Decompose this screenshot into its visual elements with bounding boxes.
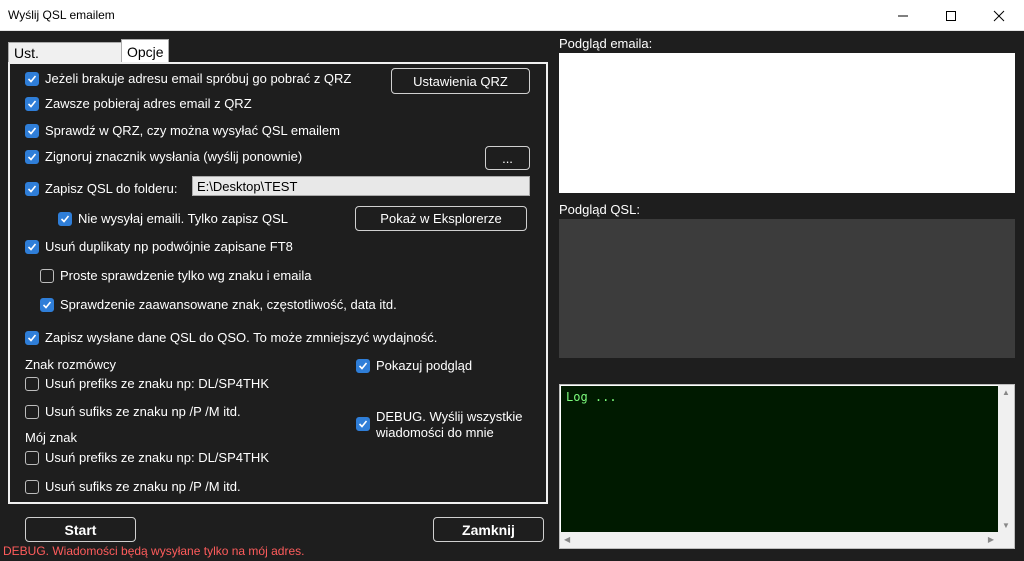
more-options-button[interactable]: ... (485, 146, 530, 170)
minimize-button[interactable] (880, 0, 926, 31)
checkbox-unchecked-icon (25, 404, 39, 419)
debug-send-to-me-checkbox[interactable]: DEBUG. Wyślij wszystkie wiadomości do mn… (356, 409, 523, 441)
debug-send-to-me-text: DEBUG. Wyślij wszystkie wiadomości do mn… (376, 409, 523, 441)
scroll-right-icon[interactable]: ▶ (988, 535, 994, 544)
remove-duplicates-checkbox[interactable]: Usuń duplikaty np podwójnie zapisane FT8 (25, 239, 293, 254)
check-qrz-allows-checkbox[interactable]: Sprawdź w QRZ, czy można wysyłać QSL ema… (25, 123, 340, 138)
log-vertical-scrollbar[interactable]: ▲ ▼ (998, 385, 1014, 533)
close-window-button[interactable] (976, 0, 1022, 31)
maximize-button[interactable] (928, 0, 974, 31)
checkbox-unchecked-icon (40, 268, 54, 283)
tab-options-label: Opcje (127, 44, 164, 60)
log-textarea[interactable]: Log ... (561, 386, 999, 533)
my-call-section-label: Mój znak (25, 430, 78, 445)
more-options-label: ... (502, 150, 513, 166)
checkbox-unchecked-icon (25, 450, 39, 465)
debug-send-to-me-label-line2: wiadomości do mnie (376, 425, 494, 440)
remove-prefix-other-checkbox[interactable]: Usuń prefiks ze znaku np: DL/SP4THK (25, 376, 269, 391)
email-preview-area (559, 53, 1015, 193)
title-bar: Wyślij QSL emailem (0, 0, 1024, 31)
checkbox-checked-icon (40, 297, 54, 312)
log-box: Log ... ▲ ▼ ◀ ▶ (559, 384, 1015, 549)
qrz-settings-label: Ustawienia QRZ (413, 73, 508, 89)
remove-suffix-my-checkbox[interactable]: Usuń sufiks ze znaku np /P /M itd. (25, 479, 241, 494)
qsl-preview-label: Podgląd QSL: (559, 202, 640, 217)
callsign-section-label: Znak rozmówcy (25, 357, 117, 372)
show-in-explorer-button[interactable]: Pokaż w Eksplorerze (355, 206, 527, 231)
close-icon (993, 10, 1005, 21)
qrz-settings-button[interactable]: Ustawienia QRZ (391, 68, 530, 94)
ignore-sent-flag-checkbox[interactable]: Zignoruj znacznik wysłania (wyślij ponow… (25, 149, 302, 164)
checkbox-checked-icon (58, 211, 72, 226)
debug-status-text: DEBUG. Wiadomości będą wysyłane tylko na… (3, 544, 305, 558)
simple-check-label: Proste sprawdzenie tylko wg znaku i emai… (60, 268, 312, 283)
save-to-folder-checkbox[interactable]: Zapisz QSL do folderu: (25, 181, 177, 196)
log-text: Log ... (566, 390, 617, 404)
debug-send-to-me-label-line1: DEBUG. Wyślij wszystkie (376, 409, 523, 424)
checkbox-checked-icon (25, 123, 39, 138)
checkbox-unchecked-icon (25, 376, 39, 391)
minimize-icon (898, 15, 908, 16)
no-send-only-save-checkbox[interactable]: Nie wysyłaj emaili. Tylko zapisz QSL (58, 211, 288, 226)
checkbox-checked-icon (25, 149, 39, 164)
remove-duplicates-label: Usuń duplikaty np podwójnie zapisane FT8 (45, 239, 293, 254)
remove-suffix-other-checkbox[interactable]: Usuń sufiks ze znaku np /P /M itd. (25, 404, 241, 419)
ignore-sent-flag-label: Zignoruj znacznik wysłania (wyślij ponow… (45, 149, 303, 164)
scroll-up-icon[interactable]: ▲ (1002, 388, 1010, 397)
fetch-missing-email-checkbox[interactable]: Jeżeli brakuje adresu email spróbuj go p… (25, 71, 351, 86)
always-fetch-email-label: Zawsze pobieraj adres email z QRZ (45, 96, 252, 111)
simple-check-checkbox[interactable]: Proste sprawdzenie tylko wg znaku i emai… (40, 268, 311, 283)
folder-path-input[interactable]: E:\Desktop\TEST (192, 176, 530, 196)
remove-suffix-other-label: Usuń sufiks ze znaku np /P /M itd. (45, 404, 241, 419)
save-sent-to-qso-checkbox[interactable]: Zapisz wysłane dane QSL do QSO. To może … (25, 330, 437, 345)
remove-prefix-my-label: Usuń prefiks ze znaku np: DL/SP4THK (45, 450, 269, 465)
checkbox-checked-icon (25, 71, 39, 86)
remove-prefix-my-checkbox[interactable]: Usuń prefiks ze znaku np: DL/SP4THK (25, 450, 269, 465)
show-preview-label: Pokazuj podgląd (376, 358, 473, 373)
scrollbar-corner (998, 532, 1014, 548)
checkbox-checked-icon (25, 96, 39, 111)
advanced-check-checkbox[interactable]: Sprawdzenie zaawansowane znak, częstotli… (40, 297, 397, 312)
check-qrz-allows-label: Sprawdź w QRZ, czy można wysyłać QSL ema… (45, 123, 340, 138)
tab-options[interactable]: Opcje (121, 39, 169, 64)
no-send-only-save-label: Nie wysyłaj emaili. Tylko zapisz QSL (78, 211, 288, 226)
start-label: Start (64, 521, 97, 538)
qsl-preview-area (559, 219, 1015, 358)
tab-basic-settings[interactable]: Ust. podstawowe (8, 42, 122, 81)
scroll-down-icon[interactable]: ▼ (1002, 521, 1010, 530)
checkbox-checked-icon (25, 239, 39, 254)
folder-path-value: E:\Desktop\TEST (197, 179, 298, 194)
checkbox-checked-icon (25, 181, 39, 196)
fetch-missing-email-label: Jeżeli brakuje adresu email spróbuj go p… (45, 71, 352, 86)
remove-suffix-my-label: Usuń sufiks ze znaku np /P /M itd. (45, 479, 241, 494)
remove-prefix-other-label: Usuń prefiks ze znaku np: DL/SP4THK (45, 376, 269, 391)
email-preview-label: Podgląd emaila: (559, 36, 653, 51)
start-button[interactable]: Start (25, 517, 136, 542)
show-in-explorer-label: Pokaż w Eksplorerze (380, 211, 502, 226)
checkbox-checked-icon (356, 417, 370, 431)
window-title: Wyślij QSL emailem (8, 8, 115, 22)
show-preview-checkbox[interactable]: Pokazuj podgląd (356, 358, 472, 373)
checkbox-checked-icon (356, 358, 370, 373)
maximize-icon (946, 10, 956, 21)
close-label: Zamknij (462, 521, 515, 538)
advanced-check-label: Sprawdzenie zaawansowane znak, częstotli… (60, 297, 397, 312)
scroll-left-icon[interactable]: ◀ (564, 535, 570, 544)
checkbox-checked-icon (25, 330, 39, 345)
always-fetch-email-checkbox[interactable]: Zawsze pobieraj adres email z QRZ (25, 96, 252, 111)
checkbox-unchecked-icon (25, 479, 39, 494)
save-to-folder-label: Zapisz QSL do folderu: (45, 181, 178, 196)
log-horizontal-scrollbar[interactable]: ◀ ▶ (560, 532, 998, 548)
save-sent-to-qso-label: Zapisz wysłane dane QSL do QSO. To może … (45, 330, 438, 345)
close-button[interactable]: Zamknij (433, 517, 544, 542)
